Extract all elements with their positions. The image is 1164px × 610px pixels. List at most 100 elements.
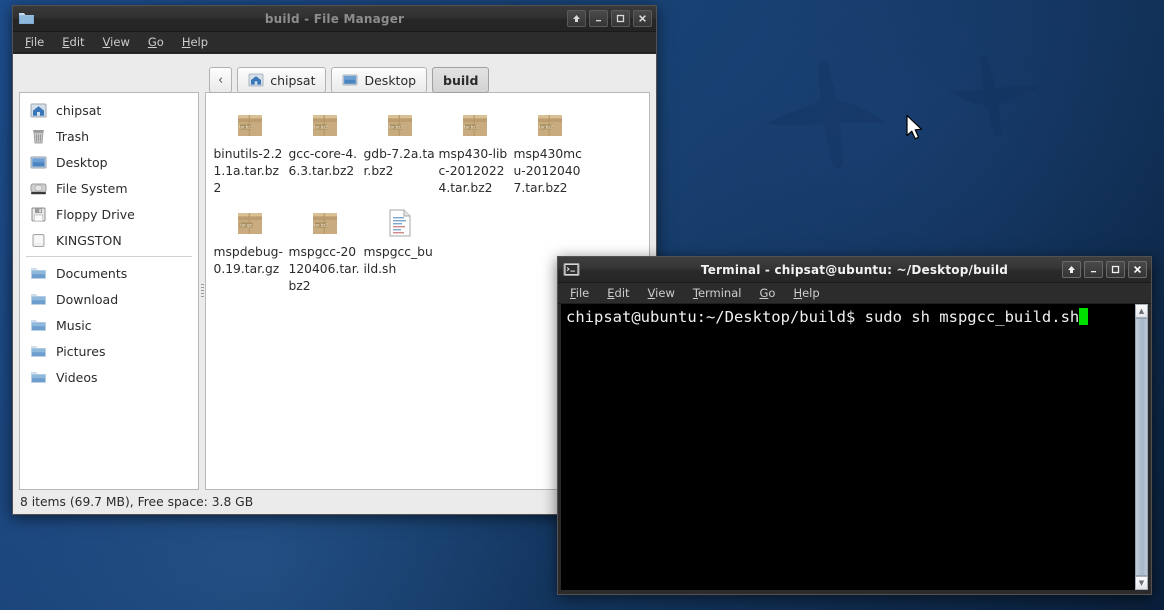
svg-text:tar.bz2: tar.bz2 [463,124,477,129]
file-item[interactable]: tar.bz2 msp430mcu-20120407.tar.bz2 [512,103,587,197]
home-icon [29,102,48,119]
breadcrumb[interactable]: ‹ chipsat Desktop build [209,67,490,93]
file-name: binutils-2.21.1a.tar.bz2 [213,147,283,195]
sidebar-item-floppy-drive[interactable]: Floppy Drive [20,201,198,227]
terminal-command: sudo sh mspgcc_build.sh [855,308,1080,326]
breadcrumb-label: build [443,72,479,88]
terminal-scrollbar[interactable]: ▲ ▼ [1134,304,1148,590]
close-button[interactable] [633,10,652,27]
scroll-down-button[interactable]: ▼ [1135,576,1148,590]
home-folder-icon [248,73,264,87]
sidebar-item-trash[interactable]: Trash [20,123,198,149]
folder-icon [29,343,48,360]
sidebar-item-desktop[interactable]: Desktop [20,149,198,175]
splitter-grip[interactable] [200,284,204,298]
scroll-up-button[interactable]: ▲ [1135,304,1148,318]
terminal-window-controls[interactable] [1062,261,1147,278]
breadcrumb-item-chipsat[interactable]: chipsat [237,67,327,93]
file-name: msp430-libc-20120224.tar.bz2 [438,147,508,195]
sidebar-label: KINGSTON [56,232,122,248]
menu-file[interactable]: File [25,35,44,49]
file-item[interactable]: tar.bz2 binutils-2.21.1a.tar.bz2 [212,103,287,197]
archive-icon: tar.bz2 [307,205,343,241]
desktop[interactable]: build - File Manager File Edit View Go H… [0,0,1164,610]
menu-edit[interactable]: Edit [62,35,84,49]
file-name: msp430mcu-20120407.tar.bz2 [513,147,582,195]
file-item[interactable]: tar.gz mspdebug-0.19.tar.gz [212,201,287,295]
breadcrumb-item-desktop[interactable]: Desktop [331,67,428,93]
file-manager-menubar[interactable]: File Edit View Go Help [13,32,656,53]
menu-view[interactable]: View [648,286,675,300]
maximize-button[interactable] [611,10,630,27]
menu-view[interactable]: View [103,35,130,49]
file-name: mspdebug-0.19.tar.gz [213,244,283,276]
desktop-icon [29,154,48,171]
file-item[interactable]: tar.bz2 gdb-7.2a.tar.bz2 [362,103,437,197]
terminal-window[interactable]: Terminal - chipsat@ubuntu: ~/Desktop/bui… [557,256,1152,595]
file-name: mspgcc_build.sh [363,244,433,276]
sidebar-label: chipsat [56,102,102,118]
floppy-icon [29,206,48,223]
sidebar-item-chipsat[interactable]: chipsat [20,97,198,123]
terminal-menubar[interactable]: File Edit View Terminal Go Help [558,283,1151,304]
close-button[interactable] [1128,261,1147,278]
menu-file[interactable]: File [570,286,589,300]
folder-icon [29,291,48,308]
file-manager-panes: chipsat Trash Desktop File System Floppy… [19,92,650,490]
terminal-output[interactable]: chipsat@ubuntu:~/Desktop/build$ sudo sh … [561,304,1134,590]
sidebar-item-kingston[interactable]: KINGSTON [20,227,198,253]
svg-text:tar.bz2: tar.bz2 [313,222,327,227]
sidebar-separator [26,256,192,257]
file-item[interactable]: mspgcc_build.sh [362,201,437,295]
menu-edit[interactable]: Edit [607,286,629,300]
back-button[interactable]: ‹ [209,67,233,93]
shade-button[interactable] [1062,261,1081,278]
svg-text:tar.bz2: tar.bz2 [238,124,252,129]
harddisk-icon [29,180,48,197]
folder-icon [18,11,35,26]
status-bar: 8 items (69.7 MB), Free space: 3.8 GB [20,495,254,509]
file-item[interactable]: tar.bz2 msp430-libc-20120224.tar.bz2 [437,103,512,197]
breadcrumb-item-build[interactable]: build [432,67,490,93]
terminal-titlebar[interactable]: Terminal - chipsat@ubuntu: ~/Desktop/bui… [558,257,1151,283]
folder-icon [29,317,48,334]
svg-text:tar.bz2: tar.bz2 [388,124,402,129]
menu-go[interactable]: Go [148,35,164,49]
file-manager-window-controls[interactable] [567,10,652,27]
terminal-cursor [1079,308,1089,325]
menu-terminal[interactable]: Terminal [693,286,742,300]
sidebar-item-documents[interactable]: Documents [20,260,198,286]
sidebar-item-download[interactable]: Download [20,286,198,312]
sidebar-label: Desktop [56,154,108,170]
file-name: gdb-7.2a.tar.bz2 [363,147,435,178]
file-item[interactable]: tar.bz2 gcc-core-4.6.3.tar.bz2 [287,103,362,197]
sidebar-label: File System [56,180,128,196]
maximize-button[interactable] [1106,261,1125,278]
sidebar-item-pictures[interactable]: Pictures [20,338,198,364]
scrollbar-thumb[interactable] [1135,318,1148,576]
archive-icon: tar.bz2 [532,107,568,143]
sidebar-item-music[interactable]: Music [20,312,198,338]
file-manager-sidebar[interactable]: chipsat Trash Desktop File System Floppy… [19,92,199,490]
menu-go[interactable]: Go [759,286,775,300]
minimize-button[interactable] [589,10,608,27]
file-item[interactable]: tar.bz2 mspgcc-20120406.tar.bz2 [287,201,362,295]
terminal-screen[interactable]: chipsat@ubuntu:~/Desktop/build$ sudo sh … [561,304,1148,590]
sidebar-item-file-system[interactable]: File System [20,175,198,201]
wallpaper-bird-left [748,43,902,187]
mouse-pointer [905,114,925,142]
script-file-icon [382,205,418,241]
archive-icon: tar.gz [232,205,268,241]
terminal-icon [563,262,580,277]
menu-help[interactable]: Help [793,286,819,300]
svg-text:tar.gz: tar.gz [240,222,251,227]
file-manager-title: build - File Manager [264,11,405,26]
menu-help[interactable]: Help [182,35,208,49]
minimize-button[interactable] [1084,261,1103,278]
shade-button[interactable] [567,10,586,27]
file-name: mspgcc-20120406.tar.bz2 [288,244,360,293]
sidebar-label: Documents [56,265,128,281]
file-manager-titlebar[interactable]: build - File Manager [13,6,656,32]
sidebar-label: Trash [56,128,90,144]
sidebar-item-videos[interactable]: Videos [20,364,198,390]
